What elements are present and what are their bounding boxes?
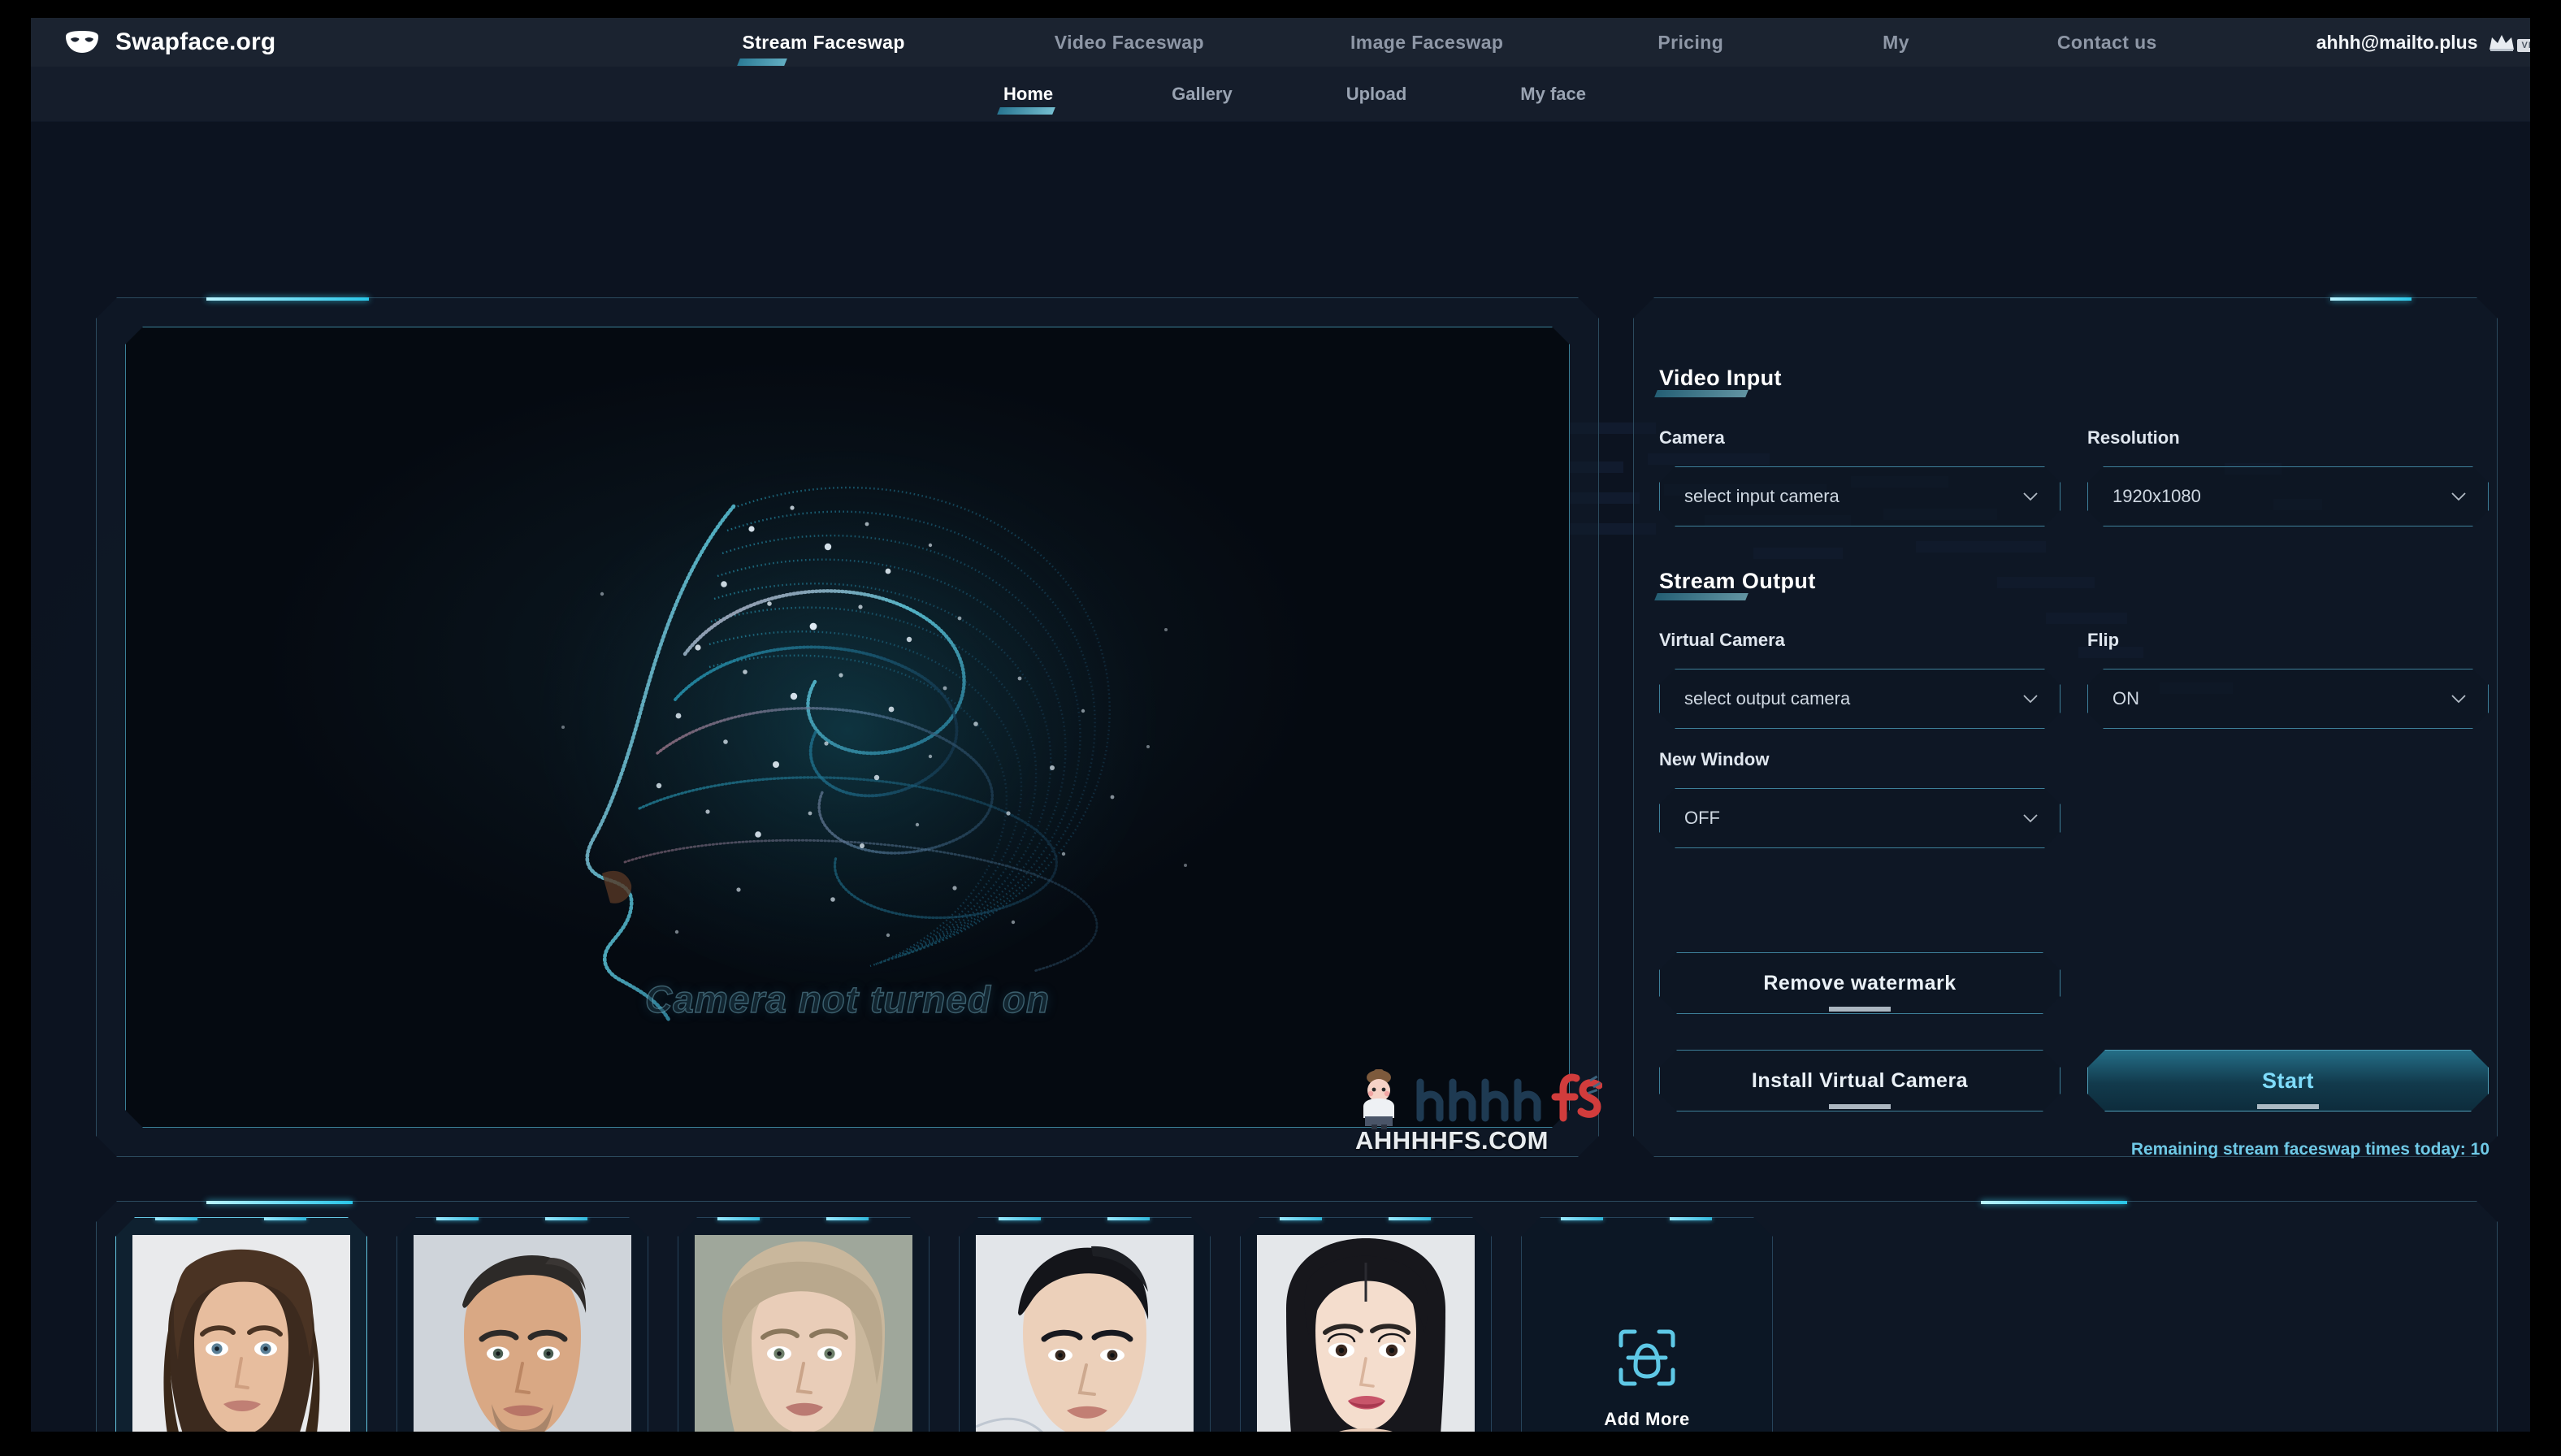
tile-accent — [826, 1217, 869, 1220]
particle-face-artwork — [466, 386, 1229, 1036]
label-resolution: Resolution — [2087, 427, 2180, 448]
start-label: Start — [2261, 1068, 2314, 1093]
vip-badge: VIP — [2488, 32, 2530, 52]
button-foot-accent — [1829, 1104, 1891, 1109]
nav-item-image-faceswap[interactable]: Image Faceswap — [1350, 25, 1503, 60]
face-thumbnail-1 — [132, 1235, 350, 1432]
face-strip: Add More — [115, 1217, 1773, 1432]
resolution-select-value: 1920x1080 — [2112, 486, 2201, 506]
install-virtual-camera-label: Install Virtual Camera — [1751, 1068, 1969, 1092]
tile-accent — [1107, 1217, 1150, 1220]
face-thumbnail-2 — [414, 1235, 631, 1432]
nav-item-contact-us[interactable]: Contact us — [2057, 25, 2157, 60]
nav-item-video-faceswap[interactable]: Video Faceswap — [1055, 25, 1204, 60]
face-strip-accent-right — [1981, 1201, 2127, 1204]
install-virtual-camera-button[interactable]: Install Virtual Camera — [1659, 1050, 2060, 1112]
face-scan-icon — [1617, 1328, 1677, 1388]
application-window: Swapface.org Stream Faceswap Video Faces… — [31, 18, 2530, 1432]
tile-accent — [545, 1217, 587, 1220]
tab-my-face[interactable]: My face — [1520, 84, 1586, 105]
face-tile-3[interactable] — [678, 1217, 930, 1432]
remove-watermark-button[interactable]: Remove watermark — [1659, 952, 2060, 1014]
nav-item-pricing[interactable]: Pricing — [1658, 25, 1723, 60]
tab-upload[interactable]: Upload — [1346, 84, 1407, 105]
tile-accent — [1561, 1217, 1603, 1220]
sub-nav: Home Gallery Upload My face — [31, 67, 2530, 122]
nav-item-stream-faceswap[interactable]: Stream Faceswap — [742, 25, 904, 60]
camera-select[interactable]: select input camera — [1659, 466, 2060, 526]
section-title-video-input: Video Input — [1659, 366, 1782, 390]
title-bar: Swapface.org Stream Faceswap Video Faces… — [31, 18, 2530, 67]
virtual-camera-select[interactable]: select output camera — [1659, 669, 2060, 729]
face-thumbnail-5 — [1257, 1235, 1475, 1432]
face-strip-accent-left — [206, 1201, 353, 1204]
chevron-down-icon — [2022, 694, 2039, 704]
label-flip: Flip — [2087, 630, 2120, 650]
label-virtual-camera: Virtual Camera — [1659, 630, 1785, 650]
button-foot-accent — [2257, 1104, 2319, 1109]
account-area[interactable]: ahhh@mailto.plus VIP — [2316, 30, 2530, 54]
tile-accent — [264, 1217, 306, 1220]
new-window-select-value: OFF — [1684, 808, 1720, 828]
add-more-label: Add More — [1604, 1409, 1690, 1429]
tile-accent — [436, 1217, 479, 1220]
face-thumbnail-4 — [976, 1235, 1194, 1432]
label-new-window: New Window — [1659, 749, 1770, 769]
brand-name: Swapface.org — [115, 28, 276, 55]
camera-select-value: select input camera — [1684, 486, 1840, 506]
face-tile-4[interactable] — [959, 1217, 1211, 1432]
button-foot-accent — [1829, 1007, 1891, 1012]
tile-accent — [717, 1217, 760, 1220]
tile-accent — [1280, 1217, 1322, 1220]
face-thumbnail-3 — [695, 1235, 912, 1432]
settings-panel-accent — [2330, 297, 2412, 301]
video-preview-screen[interactable]: Camera not turned on — [125, 327, 1570, 1128]
tile-accent — [1670, 1217, 1712, 1220]
chevron-down-icon — [2450, 492, 2467, 501]
account-email: ahhh@mailto.plus — [2316, 31, 2478, 53]
tile-accent — [1389, 1217, 1431, 1220]
chevron-down-icon — [2022, 813, 2039, 823]
crown-icon — [2489, 35, 2514, 51]
start-button[interactable]: Start — [2087, 1050, 2489, 1112]
tile-accent — [999, 1217, 1041, 1220]
main-nav: Stream Faceswap Video Faceswap Image Fac… — [275, 18, 2530, 67]
chevron-down-icon — [2022, 492, 2039, 501]
chevron-down-icon — [2450, 694, 2467, 704]
add-more-tile[interactable]: Add More — [1521, 1217, 1773, 1432]
tile-accent — [155, 1217, 197, 1220]
section-title-stream-output: Stream Output — [1659, 569, 1816, 593]
flip-select-value: ON — [2112, 688, 2139, 708]
brand-logo: Swapface.org — [63, 28, 275, 56]
remove-watermark-label: Remove watermark — [1763, 971, 1956, 994]
flip-select[interactable]: ON — [2087, 669, 2489, 729]
virtual-camera-select-value: select output camera — [1684, 688, 1851, 708]
tab-gallery[interactable]: Gallery — [1172, 84, 1233, 105]
face-tile-2[interactable] — [396, 1217, 648, 1432]
vip-label: VIP — [2516, 39, 2530, 52]
new-window-select[interactable]: OFF — [1659, 788, 2060, 848]
resolution-select[interactable]: 1920x1080 — [2087, 466, 2489, 526]
label-camera: Camera — [1659, 427, 1725, 448]
tab-home[interactable]: Home — [1003, 84, 1053, 105]
preview-status-text: Camera not turned on — [645, 978, 1050, 1020]
main-content-area: Camera not turned on AHHHHFS.COM Video I… — [31, 122, 2530, 1432]
face-tile-5[interactable] — [1240, 1217, 1492, 1432]
face-tile-1[interactable] — [115, 1217, 367, 1432]
nav-item-my[interactable]: My — [1883, 25, 1909, 60]
preview-panel-accent — [206, 297, 369, 301]
mask-icon — [66, 31, 98, 53]
remaining-times-note: Remaining stream faceswap times today: 1… — [2130, 1140, 2490, 1159]
